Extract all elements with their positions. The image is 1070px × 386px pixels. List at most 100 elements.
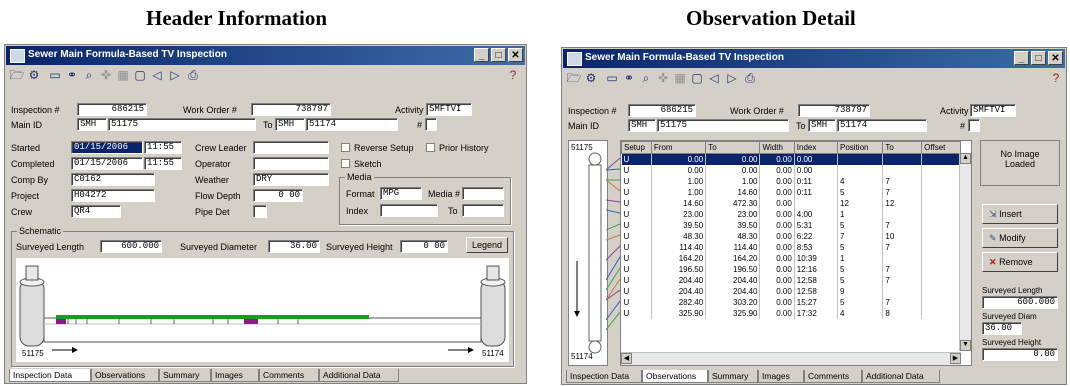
prev-arrow-icon[interactable]: ◁ bbox=[706, 70, 722, 86]
table-row[interactable]: U 204.40 204.40 0.00 12:58 5 7 bbox=[621, 275, 961, 286]
tab-summary[interactable]: Summary bbox=[159, 369, 211, 382]
tab-observations[interactable]: Observations bbox=[642, 370, 708, 383]
tools-icon[interactable]: ✜ bbox=[655, 70, 671, 86]
remove-button[interactable]: ✕ Remove bbox=[982, 252, 1058, 272]
tab-inspection-data[interactable]: Inspection Data bbox=[9, 369, 91, 382]
table-row[interactable]: U 196.50 196.50 0.00 12:16 5 7 bbox=[621, 264, 961, 275]
binoculars-icon[interactable]: ⚭ bbox=[64, 67, 80, 83]
grid-icon[interactable]: ▦ bbox=[115, 67, 131, 83]
inspection-number-field[interactable]: 686215 bbox=[77, 103, 147, 116]
scroll-left-arrow-icon[interactable]: ◀ bbox=[621, 353, 632, 364]
table-row[interactable]: U 0.00 0.00 0.00 0.00 bbox=[621, 153, 961, 165]
tab-images[interactable]: Images bbox=[211, 369, 259, 382]
from-id-field[interactable]: 51175 bbox=[108, 118, 256, 131]
open-folder-icon[interactable]: 🗁 bbox=[9, 67, 25, 83]
table-row[interactable]: U 164.20 164.20 0.00 10:39 1 bbox=[621, 253, 961, 264]
next-arrow-icon[interactable]: ▷ bbox=[167, 67, 183, 83]
prev-arrow-icon[interactable]: ◁ bbox=[149, 67, 165, 83]
project-field[interactable]: H04272 bbox=[71, 189, 155, 202]
document-icon[interactable]: ▢ bbox=[132, 67, 148, 83]
zoom-icon[interactable]: ⌕ bbox=[638, 70, 654, 86]
tab-comments[interactable]: Comments bbox=[804, 370, 862, 383]
to-type-field[interactable]: SMH bbox=[808, 119, 836, 132]
index-from-field[interactable] bbox=[380, 204, 438, 217]
close-button[interactable]: ✕ bbox=[508, 48, 523, 62]
surveyed-height-field[interactable]: 0.00 bbox=[982, 348, 1058, 361]
tab-summary[interactable]: Summary bbox=[708, 370, 758, 383]
minimize-button[interactable]: _ bbox=[1014, 51, 1029, 65]
started-time-field[interactable]: 11:55 bbox=[144, 141, 182, 154]
main-number-field[interactable] bbox=[968, 119, 980, 132]
table-row[interactable]: U 39.50 39.50 0.00 5:31 5 7 bbox=[621, 220, 961, 231]
col-from[interactable]: From bbox=[650, 141, 707, 154]
print-icon[interactable]: ⎙ bbox=[185, 67, 201, 83]
table-row[interactable]: U 1.00 14.60 0.00 0:11 5 7 bbox=[621, 187, 961, 198]
col-setup[interactable]: Setup bbox=[621, 141, 652, 154]
tab-additional-data[interactable]: Additional Data bbox=[319, 369, 399, 382]
maximize-button[interactable]: □ bbox=[1031, 51, 1046, 65]
scroll-right-arrow-icon[interactable]: ▶ bbox=[950, 353, 961, 364]
help-icon[interactable]: ? bbox=[1048, 70, 1064, 86]
minimize-button[interactable]: _ bbox=[474, 48, 489, 62]
format-field[interactable]: MPG bbox=[380, 187, 422, 200]
connect-icon[interactable]: ⚙ bbox=[26, 67, 42, 83]
main-number-field[interactable] bbox=[425, 118, 437, 131]
tab-observations[interactable]: Observations bbox=[91, 369, 159, 382]
table-row[interactable]: U 0.00 0.00 0.00 0.00 bbox=[621, 165, 961, 176]
activity-field[interactable]: SMFTVI bbox=[426, 103, 472, 116]
surveyed-diam-field[interactable]: 36.00 bbox=[982, 322, 1022, 335]
vertical-scrollbar[interactable]: ▲ ▼ bbox=[959, 153, 971, 351]
insert-button[interactable]: ⇲ Insert bbox=[982, 204, 1058, 224]
prior-history-checkbox[interactable] bbox=[426, 143, 435, 152]
to-id-field[interactable]: 51174 bbox=[837, 119, 927, 132]
print-icon[interactable]: ⎙ bbox=[742, 70, 758, 86]
tab-images[interactable]: Images bbox=[758, 370, 804, 383]
help-icon[interactable]: ? bbox=[505, 67, 521, 83]
scroll-up-arrow-icon[interactable]: ▲ bbox=[960, 153, 971, 164]
media-number-field[interactable] bbox=[462, 187, 504, 200]
maximize-button[interactable]: □ bbox=[491, 48, 506, 62]
legend-button[interactable]: Legend bbox=[466, 237, 508, 253]
sketch-checkbox[interactable] bbox=[341, 159, 350, 168]
crew-leader-field[interactable] bbox=[253, 141, 329, 154]
table-row[interactable]: U 204.40 204.40 0.00 12:58 9 bbox=[621, 286, 961, 297]
document-icon[interactable]: ▢ bbox=[689, 70, 705, 86]
pipe-det-field[interactable] bbox=[253, 205, 267, 218]
table-row[interactable]: U 23.00 23.00 0.00 4:00 1 bbox=[621, 209, 961, 220]
binoculars-icon[interactable]: ⚭ bbox=[621, 70, 637, 86]
col-index[interactable]: Index bbox=[793, 141, 839, 154]
completed-date-field[interactable]: 01/15/2006 bbox=[71, 157, 143, 170]
col-position[interactable]: Position bbox=[836, 141, 884, 154]
col-offset[interactable]: Offset bbox=[921, 141, 961, 154]
horizontal-scrollbar[interactable]: ◀ ▶ bbox=[621, 352, 961, 365]
table-row[interactable]: U 48.30 48.30 0.00 6:22 7 10 bbox=[621, 231, 961, 242]
col-width[interactable]: Width bbox=[759, 141, 795, 154]
comp-by-field[interactable]: C0162 bbox=[71, 173, 155, 186]
zoom-icon[interactable]: ⌕ bbox=[81, 67, 97, 83]
surveyed-height-field[interactable]: 0 00 bbox=[400, 240, 448, 253]
table-row[interactable]: U 282.40 303.20 0.00 15:27 5 7 bbox=[621, 297, 961, 308]
index-to-field[interactable] bbox=[462, 204, 504, 217]
tab-additional-data[interactable]: Additional Data bbox=[862, 370, 940, 383]
from-type-field[interactable]: SMH bbox=[77, 118, 107, 131]
started-date-field[interactable]: 01/15/2006 bbox=[71, 141, 143, 154]
close-button[interactable]: ✕ bbox=[1048, 51, 1063, 65]
work-order-field[interactable]: 738797 bbox=[798, 104, 870, 117]
to-id-field[interactable]: 51174 bbox=[306, 118, 398, 131]
table-row[interactable]: U 1.00 1.00 0.00 0:11 4 7 bbox=[621, 176, 961, 187]
modify-button[interactable]: ✎ Modify bbox=[982, 228, 1058, 248]
to-type-field[interactable]: SMH bbox=[275, 118, 305, 131]
from-type-field[interactable]: SMH bbox=[628, 119, 656, 132]
surveyed-length-field[interactable]: 600.000 bbox=[982, 296, 1058, 309]
surveyed-length-field[interactable]: 600.000 bbox=[100, 240, 162, 253]
tab-inspection-data[interactable]: Inspection Data bbox=[566, 370, 642, 383]
tools-icon[interactable]: ✜ bbox=[98, 67, 114, 83]
table-row[interactable]: U 325.90 325.90 0.00 17:32 4 8 bbox=[621, 308, 961, 319]
from-id-field[interactable]: 51175 bbox=[657, 119, 789, 132]
crew-field[interactable]: QR4 bbox=[71, 205, 121, 218]
col-to-position[interactable]: To bbox=[882, 141, 923, 154]
work-order-field[interactable]: 738797 bbox=[251, 103, 331, 116]
surveyed-diameter-field[interactable]: 36.00 bbox=[268, 240, 320, 253]
table-row[interactable]: U 14.60 472.30 0.00 12 12 bbox=[621, 198, 961, 209]
activity-field[interactable]: SMFTVI bbox=[970, 104, 1016, 117]
